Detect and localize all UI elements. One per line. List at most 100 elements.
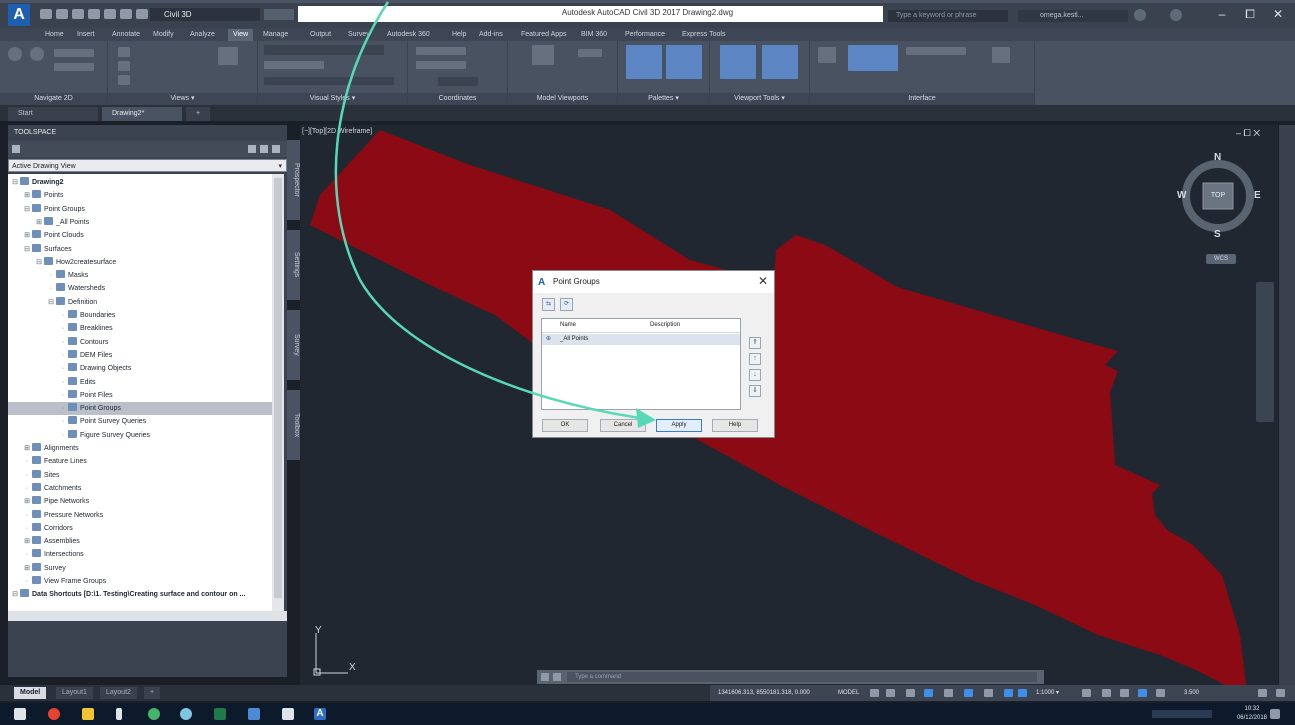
isodraft-icon[interactable]: [944, 689, 953, 697]
expand-toggle-icon[interactable]: ⊞: [23, 442, 31, 455]
tool-palette-strip[interactable]: [1279, 125, 1295, 685]
toolspace-menu-icon[interactable]: [12, 145, 20, 153]
navigation-bar[interactable]: [1256, 282, 1274, 422]
tree-item[interactable]: · Corridors: [8, 522, 272, 535]
toolspace-option-icon[interactable]: [272, 145, 280, 153]
close-button[interactable]: ✕: [1266, 5, 1290, 23]
top-view-icon[interactable]: [118, 47, 130, 57]
taskbar-app-icon[interactable]: [148, 708, 160, 720]
ucs-origin-button[interactable]: [416, 61, 466, 69]
tab-prospector[interactable]: Prospector: [287, 140, 300, 220]
viewcube-top-face[interactable]: TOP: [1205, 192, 1231, 199]
tree-item[interactable]: · Point Survey Queries: [8, 415, 272, 428]
system-tray-icons[interactable]: [1152, 710, 1212, 718]
tab-survey[interactable]: Survey: [343, 29, 375, 41]
maximize-button[interactable]: ⧠: [1238, 5, 1262, 23]
tab-help[interactable]: Help: [447, 29, 471, 41]
taskbar-clock[interactable]: 10:32 06/12/2018: [1237, 705, 1267, 723]
expand-toggle-icon[interactable]: ⊞: [23, 535, 31, 548]
dialog-close-button[interactable]: ✕: [758, 274, 768, 288]
search-input[interactable]: Type a keyword or phrase: [888, 10, 1008, 22]
tab-layout2[interactable]: Layout2: [100, 687, 137, 699]
tree-item[interactable]: ⊞ Pipe Networks: [8, 495, 272, 508]
visual-style-dropdown[interactable]: [264, 45, 384, 55]
compass-west[interactable]: W: [1177, 190, 1186, 201]
tab-modify[interactable]: Modify: [148, 29, 179, 41]
taskbar-app-icon[interactable]: [282, 708, 294, 720]
taskbar-app-icon[interactable]: [180, 708, 192, 720]
toolspace-option-icon[interactable]: [260, 145, 268, 153]
model-space-button[interactable]: MODEL: [838, 687, 859, 699]
annotation-value[interactable]: 3.500: [1184, 687, 1199, 699]
wcs-menu[interactable]: WCS: [1206, 254, 1236, 264]
move-bottom-button[interactable]: ⇓: [749, 385, 761, 397]
tree-item[interactable]: · Point Groups: [8, 402, 272, 416]
tree-item[interactable]: · Pressure Networks: [8, 509, 272, 522]
apply-button[interactable]: Apply: [656, 419, 702, 432]
tree-item[interactable]: · Watersheds: [8, 282, 272, 295]
visual-style-slider[interactable]: [264, 77, 394, 85]
switch-windows-icon[interactable]: [818, 47, 836, 63]
chrome-icon[interactable]: [48, 708, 60, 720]
expand-toggle-icon[interactable]: ⊟: [23, 203, 31, 216]
navbar-toggle-icon[interactable]: [762, 45, 798, 79]
tree-item[interactable]: ⊞ Point Clouds: [8, 229, 272, 242]
tab-manage[interactable]: Manage: [258, 29, 293, 41]
add-layout-button[interactable]: +: [144, 687, 161, 699]
units-icon[interactable]: [1120, 689, 1129, 697]
tree-item[interactable]: · Drawing Objects: [8, 362, 272, 375]
start-icon[interactable]: [14, 708, 26, 720]
show-differences-icon[interactable]: ⇆: [542, 298, 555, 311]
fullscreen-icon[interactable]: [1258, 689, 1267, 697]
file-tabs-button[interactable]: [906, 47, 966, 55]
tab-express-tools[interactable]: Express Tools: [677, 29, 730, 41]
drawing-viewport[interactable]: [300, 125, 1278, 685]
tab-home[interactable]: Home: [40, 29, 69, 41]
world-dropdown[interactable]: [438, 77, 478, 86]
tab-analyze[interactable]: Analyze: [185, 29, 220, 41]
tab-performance[interactable]: Performance: [620, 29, 670, 41]
toolspace-option-icon[interactable]: [248, 145, 256, 153]
command-input[interactable]: Type a command: [567, 672, 1037, 682]
annotation-scale[interactable]: 1:1000 ▾: [1036, 687, 1059, 699]
tree-item[interactable]: ⊞ _All Points: [8, 216, 272, 229]
tree-item[interactable]: ⊞ Alignments: [8, 442, 272, 455]
viewport-config-icon[interactable]: [532, 45, 554, 65]
orbit-button[interactable]: [54, 49, 94, 57]
civil3d-taskbar-icon[interactable]: A: [314, 708, 326, 720]
grid-icon[interactable]: [870, 689, 879, 697]
cmdline-settings-icon[interactable]: [553, 673, 561, 681]
tab-featured-apps[interactable]: Featured Apps: [516, 29, 572, 41]
tree-item[interactable]: ⊟ Drawing2: [8, 176, 272, 189]
tree-item[interactable]: · Contours: [8, 336, 272, 349]
point-groups-list[interactable]: Name Description ⊕ _All Points: [541, 318, 741, 410]
expand-toggle-icon[interactable]: ⊟: [47, 296, 55, 309]
expand-toggle-icon[interactable]: ⊞: [23, 189, 31, 202]
bottom-view-icon[interactable]: [118, 61, 130, 71]
tree-item[interactable]: · Edits: [8, 376, 272, 389]
file-explorer-icon[interactable]: [82, 708, 94, 720]
tree-item[interactable]: · View Frame Groups: [8, 575, 272, 588]
tree-item[interactable]: ⊞ Assemblies: [8, 535, 272, 548]
tab-bim-360[interactable]: BIM 360: [576, 29, 612, 41]
viewcube-toggle-icon[interactable]: [720, 45, 756, 79]
tile-horizontal-icon[interactable]: [848, 45, 898, 71]
tree-scrollbar-thumb[interactable]: [274, 178, 282, 598]
snap-icon[interactable]: [886, 689, 895, 697]
named-viewports[interactable]: [578, 49, 602, 57]
tree-item[interactable]: · DEM Files: [8, 349, 272, 362]
compass-south[interactable]: S: [1214, 229, 1221, 240]
tab-toolbox[interactable]: Toolbox: [287, 390, 300, 460]
annotation-visibility-icon[interactable]: [1004, 689, 1013, 697]
tree-horizontal-scrollbar[interactable]: [8, 611, 287, 621]
tab-output[interactable]: Output: [305, 29, 336, 41]
tree-item[interactable]: ⊟ Surfaces: [8, 243, 272, 256]
compass-east[interactable]: E: [1254, 190, 1261, 201]
tab-survey-panel[interactable]: Survey: [287, 310, 300, 380]
expand-toggle-icon[interactable]: ⊞: [23, 495, 31, 508]
tree-item[interactable]: ⊟ Definition: [8, 296, 272, 309]
pan-icon[interactable]: [8, 47, 22, 61]
tab-add-ins[interactable]: Add-ins: [474, 29, 508, 41]
tab-autodesk-360[interactable]: Autodesk 360: [382, 29, 435, 41]
tab-start[interactable]: Start: [8, 107, 98, 121]
